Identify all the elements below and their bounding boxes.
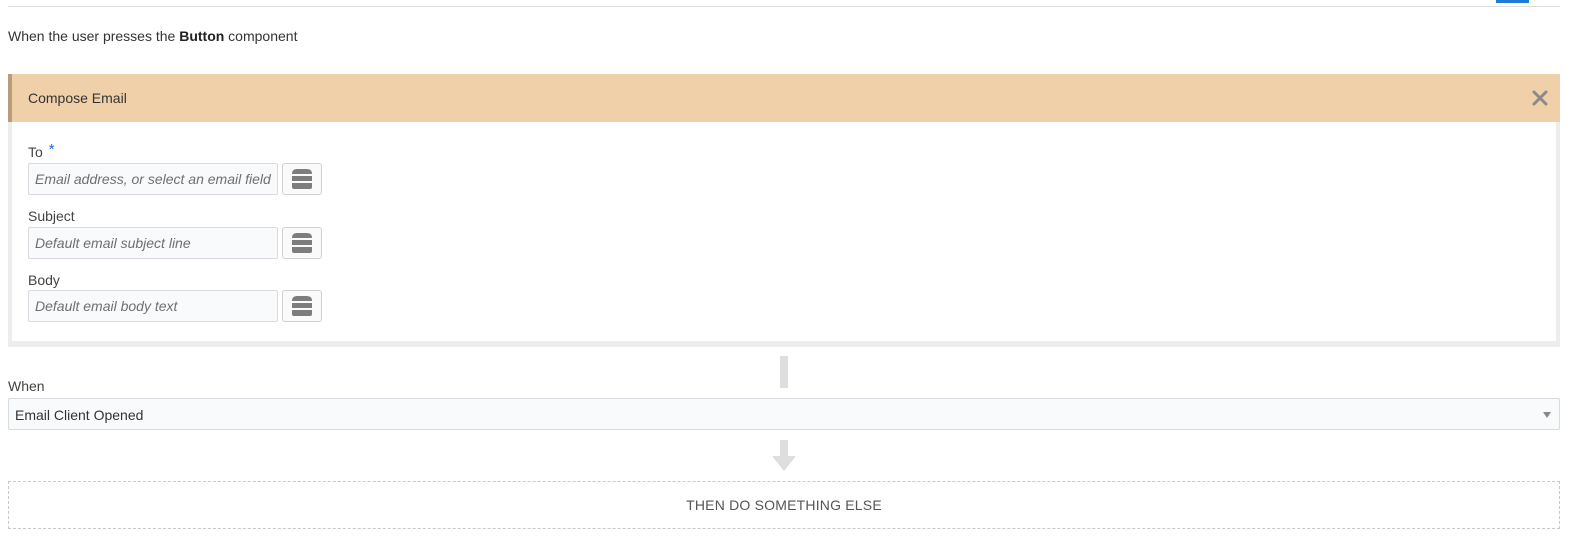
chevron-down-icon <box>1543 412 1551 418</box>
to-label-text: To <box>28 144 43 160</box>
trigger-suffix: component <box>224 28 298 44</box>
action-title: Compose Email <box>28 90 127 106</box>
database-icon <box>292 169 312 189</box>
action-body: To * Subject Body <box>12 122 1556 341</box>
database-icon <box>292 233 312 253</box>
when-label: When <box>8 378 45 394</box>
top-divider <box>8 6 1560 7</box>
when-selected-value: Email Client Opened <box>15 407 144 423</box>
trigger-prefix: When the user presses the <box>8 28 180 44</box>
top-accent-bar <box>1496 0 1529 3</box>
body-field-label: Body <box>28 272 60 288</box>
to-field-label: To * <box>28 141 55 161</box>
body-select-field-button[interactable] <box>282 290 322 322</box>
flow-connector <box>780 356 788 388</box>
when-select[interactable]: Email Client Opened <box>8 398 1560 430</box>
compose-email-action-card: Compose Email To * Subject <box>8 74 1560 347</box>
arrow-down-icon <box>772 440 796 471</box>
body-input[interactable] <box>28 290 278 322</box>
action-header: Compose Email <box>8 74 1560 122</box>
add-next-action-button[interactable]: THEN DO SOMETHING ELSE <box>8 481 1560 529</box>
required-indicator: * <box>48 141 55 158</box>
to-email-input[interactable] <box>28 163 278 195</box>
subject-field-label: Subject <box>28 208 75 224</box>
next-action-label: THEN DO SOMETHING ELSE <box>686 497 882 513</box>
database-icon <box>292 296 312 316</box>
subject-select-field-button[interactable] <box>282 227 322 259</box>
to-select-field-button[interactable] <box>282 163 322 195</box>
trigger-component-name: Button <box>179 28 225 44</box>
subject-input[interactable] <box>28 227 278 259</box>
close-icon <box>1532 90 1548 106</box>
remove-action-button[interactable] <box>1528 86 1552 110</box>
trigger-description: When the user presses the Button compone… <box>8 28 297 44</box>
